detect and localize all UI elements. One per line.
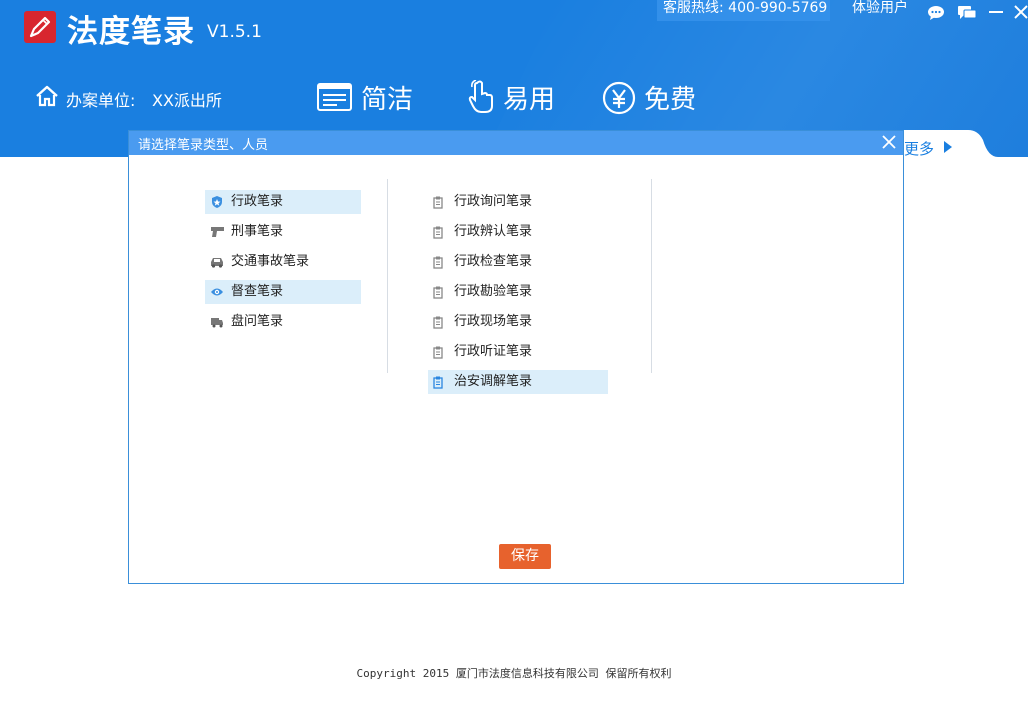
feature-label: 简洁 bbox=[361, 85, 414, 115]
more-link[interactable]: 更多 bbox=[904, 138, 934, 159]
clipboard-icon bbox=[433, 286, 443, 299]
feature-easy: 易用 bbox=[468, 78, 558, 118]
dialog-title: 请选择笔录类型、人员 bbox=[138, 138, 269, 153]
record-type-item[interactable]: 行政勘验笔录 bbox=[428, 280, 608, 304]
category-label: 刑事笔录 bbox=[231, 224, 284, 239]
category-item-interrogation[interactable]: 盘问笔录 bbox=[205, 310, 361, 334]
record-type-label: 行政听证笔录 bbox=[454, 344, 533, 359]
category-item-criminal[interactable]: 刑事笔录 bbox=[205, 220, 361, 244]
app-title: 法度笔录 bbox=[67, 14, 195, 50]
record-type-label: 行政现场笔录 bbox=[454, 314, 533, 329]
yen-circle-icon bbox=[602, 81, 636, 115]
category-label: 行政笔录 bbox=[231, 194, 284, 209]
clipboard-icon bbox=[433, 376, 443, 389]
unit-label: 办案单位: bbox=[66, 91, 136, 110]
category-label: 督查笔录 bbox=[231, 284, 284, 299]
category-item-inspection[interactable]: 督查笔录 bbox=[205, 280, 361, 304]
copyright-text: Copyright 2015 厦门市法度信息科技有限公司 保留所有权利 bbox=[356, 667, 672, 680]
feature-label: 易用 bbox=[503, 85, 556, 115]
chat-icon[interactable] bbox=[927, 5, 945, 21]
record-type-label: 治安调解笔录 bbox=[454, 374, 533, 389]
feature-label: 免费 bbox=[644, 85, 697, 115]
record-type-item[interactable]: 行政辨认笔录 bbox=[428, 220, 608, 244]
category-label: 盘问笔录 bbox=[231, 314, 284, 329]
clipboard-icon bbox=[433, 256, 443, 269]
police-badge-icon bbox=[212, 196, 222, 208]
record-type-label: 行政辨认笔录 bbox=[454, 224, 533, 239]
dialog-titlebar: 请选择笔录类型、人员 bbox=[129, 131, 903, 155]
clipboard-icon bbox=[433, 346, 443, 359]
column-divider bbox=[387, 179, 388, 373]
column-divider bbox=[651, 179, 652, 373]
record-type-item-selected[interactable]: 治安调解笔录 bbox=[428, 370, 608, 394]
dialog-close-icon[interactable] bbox=[881, 134, 897, 150]
clipboard-icon bbox=[433, 226, 443, 239]
unit-value: XX派出所 bbox=[152, 91, 222, 110]
truck-icon bbox=[211, 318, 223, 328]
clipboard-icon bbox=[433, 316, 443, 329]
close-icon[interactable] bbox=[1014, 5, 1028, 19]
category-label: 交通事故笔录 bbox=[231, 254, 310, 269]
category-item-traffic[interactable]: 交通事故笔录 bbox=[205, 250, 361, 274]
eye-icon bbox=[211, 288, 223, 296]
record-type-label: 行政询问笔录 bbox=[454, 194, 533, 209]
record-type-item[interactable]: 行政询问笔录 bbox=[428, 190, 608, 214]
record-type-dialog: 请选择笔录类型、人员 行政笔录 刑事笔录 交通事故笔录 督查笔录 盘问笔录 行政… bbox=[128, 130, 904, 584]
clipboard-icon bbox=[433, 196, 443, 209]
feature-free: 免费 bbox=[602, 78, 702, 118]
pistol-icon bbox=[211, 227, 224, 237]
document-lines-icon bbox=[317, 83, 352, 111]
record-type-item[interactable]: 行政检查笔录 bbox=[428, 250, 608, 274]
record-type-label: 行政检查笔录 bbox=[454, 254, 533, 269]
record-type-item[interactable]: 行政现场笔录 bbox=[428, 310, 608, 334]
app-version: V1.5.1 bbox=[207, 22, 262, 42]
hotline-text: 客服热线: 400-990-5769 bbox=[657, 0, 830, 21]
minimize-icon[interactable] bbox=[988, 10, 1004, 14]
user-label[interactable]: 体验用户 bbox=[852, 0, 908, 17]
car-icon bbox=[211, 258, 223, 268]
message-icon[interactable] bbox=[957, 5, 977, 21]
record-type-item[interactable]: 行政听证笔录 bbox=[428, 340, 608, 364]
home-icon bbox=[36, 85, 58, 107]
arrow-right-icon[interactable] bbox=[943, 141, 953, 153]
category-item-admin[interactable]: 行政笔录 bbox=[205, 190, 361, 214]
record-type-label: 行政勘验笔录 bbox=[454, 284, 533, 299]
save-button[interactable]: 保存 bbox=[499, 544, 551, 569]
app-logo-icon bbox=[24, 11, 56, 43]
feature-simple: 简洁 bbox=[317, 78, 417, 118]
pointing-hand-icon bbox=[468, 80, 493, 113]
